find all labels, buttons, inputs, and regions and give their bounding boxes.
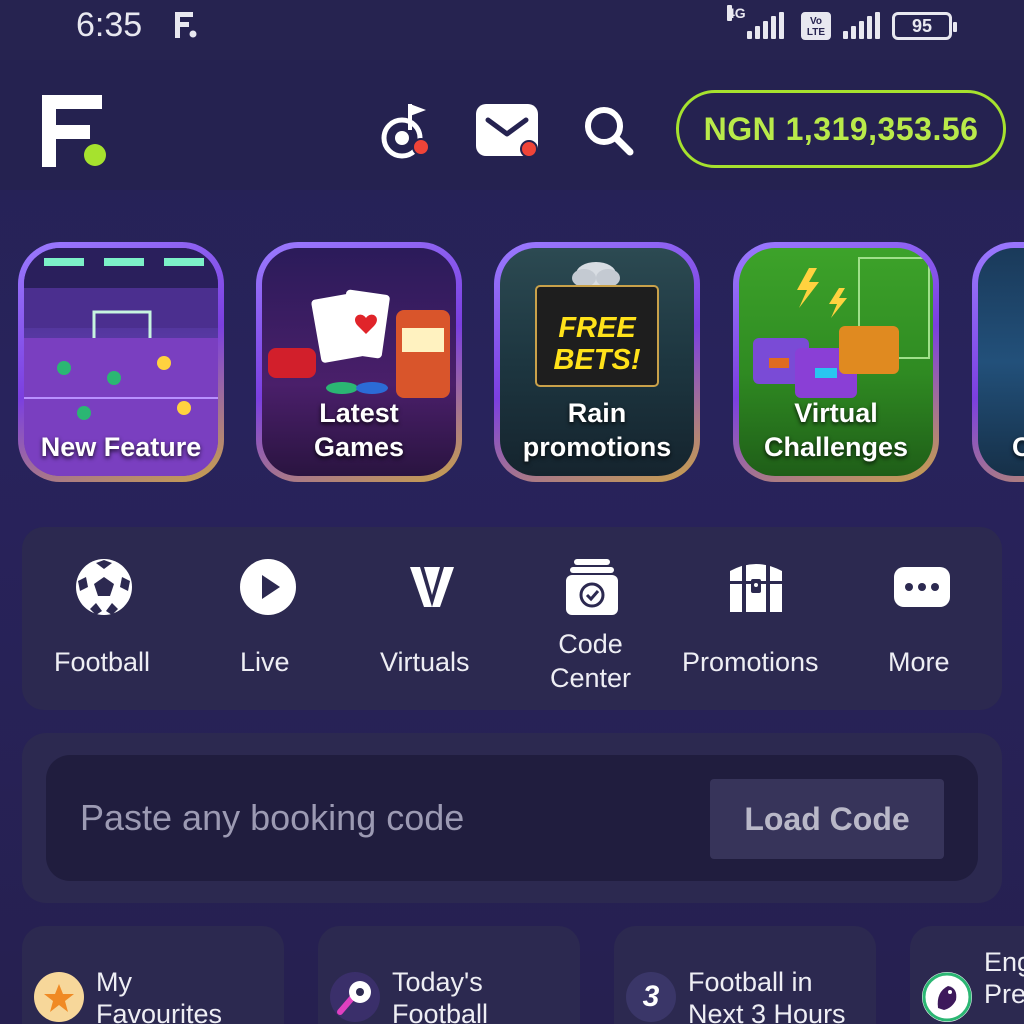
more-dots-icon [894, 567, 950, 607]
story-label: New Feature [40, 432, 202, 462]
mail-icon[interactable] [474, 102, 544, 158]
number-3-icon: 3 [626, 972, 676, 1022]
shortcut-label: My Favourites [96, 967, 223, 1024]
balance-button[interactable]: NGN 1,319,353.56 [676, 90, 1006, 168]
story-label: Virtual Challenges [763, 398, 909, 462]
story-rain-promotions[interactable]: FREE BETS! Rain promotions [494, 242, 700, 482]
menu-label: Code Center [550, 629, 632, 693]
status-indicators: 4G Vo LTE 95 [727, 5, 957, 44]
menu-label: Virtuals [380, 647, 470, 677]
notification-badge [412, 138, 430, 156]
shortcut-my-favourites[interactable]: My Favourites [22, 926, 284, 1024]
shortcut-english-premier[interactable]: Eng Pre [910, 926, 1024, 1024]
booking-code-placeholder: Paste any booking code [80, 797, 465, 838]
story-new-feature[interactable]: New Feature [18, 242, 224, 482]
booking-code-card: Paste any booking code Load Code [22, 733, 1002, 903]
premier-league-lion-icon [922, 972, 972, 1022]
free-bets-art-text: FREE BETS! [553, 312, 641, 376]
app-notification-icon [175, 12, 197, 38]
signal-icon [843, 12, 880, 39]
story-latest-games[interactable]: Latest Games [256, 242, 462, 482]
shortcut-label: Football in Next 3 Hours [688, 967, 846, 1024]
menu-label: More [888, 647, 950, 677]
story-partial[interactable]: C [972, 242, 1024, 482]
story-label: C [1012, 432, 1024, 462]
menu-label: Live [240, 647, 290, 677]
story-label: Latest Games [313, 398, 405, 462]
play-icon [240, 559, 296, 615]
shortcut-next-3-hours[interactable]: 3 Football in Next 3 Hours [614, 926, 876, 1024]
story-virtual-challenges[interactable]: Virtual Challenges [733, 242, 939, 482]
story-label: Rain promotions [522, 398, 672, 462]
volte-icon: Vo LTE [801, 12, 831, 40]
menu-live[interactable]: Live [228, 527, 308, 710]
app-logo[interactable] [42, 95, 108, 167]
menu-label: Football [54, 647, 151, 677]
app-header: NGN 1,319,353.56 [0, 60, 1024, 190]
battery-icon: 95 [892, 12, 957, 40]
virtuals-v-icon [410, 567, 454, 607]
menu-more[interactable]: More [884, 527, 954, 710]
shortcut-label: Today's Football [392, 967, 489, 1024]
code-center-icon [566, 559, 618, 615]
menu-football[interactable]: Football [46, 527, 162, 710]
treasure-chest-icon [730, 564, 782, 612]
booking-code-input[interactable]: Paste any booking code Load Code [46, 755, 978, 881]
status-time: 6:35 [76, 6, 143, 44]
target-flag-icon[interactable] [380, 100, 436, 160]
rocket-football-icon [330, 972, 380, 1022]
home-screen: 6:35 4G Vo LTE 95 NGN 1,319,353.56 New F… [0, 0, 1024, 1024]
shortcut-todays-football[interactable]: Today's Football [318, 926, 580, 1024]
star-icon [34, 972, 84, 1022]
quick-menu: Football Live Virtuals Code Center Promo… [22, 527, 1002, 710]
shortcut-label: Eng Pre [984, 947, 1024, 1009]
soccer-ball-icon [76, 559, 132, 615]
signal-4g-icon: 4G [727, 5, 789, 39]
status-bar: 6:35 4G Vo LTE 95 [0, 0, 1024, 60]
menu-label: Promotions [682, 647, 819, 677]
notification-badge [520, 140, 538, 158]
search-icon[interactable] [582, 104, 634, 156]
menu-code-center[interactable]: Code Center [542, 527, 642, 710]
menu-promotions[interactable]: Promotions [682, 527, 832, 710]
promo-stories: New Feature Latest Games FREE BETS! Rain… [0, 242, 1024, 487]
load-code-button[interactable]: Load Code [710, 779, 944, 859]
menu-virtuals[interactable]: Virtuals [378, 527, 488, 710]
